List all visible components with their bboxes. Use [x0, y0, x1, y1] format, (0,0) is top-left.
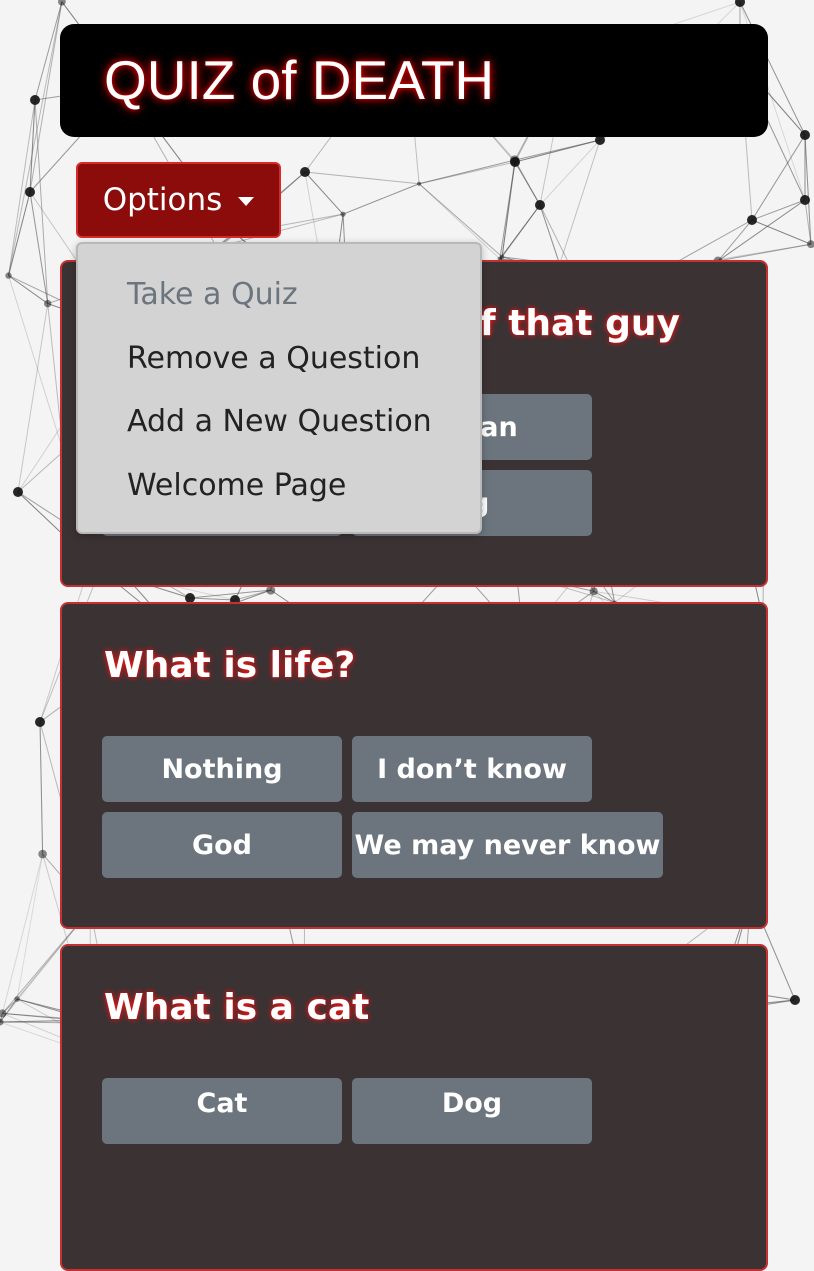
- question-text: What is a cat: [104, 986, 369, 1030]
- question-text: What is life?: [104, 644, 355, 688]
- app-title: QUIZ of DEATH: [104, 50, 494, 110]
- options-button-label: Options: [103, 182, 223, 218]
- question-card: What is life? Nothing I don’t know God W…: [60, 602, 768, 929]
- options-dropdown-menu: Take a Quiz Remove a Question Add a New …: [76, 242, 482, 534]
- caret-down-icon: [238, 197, 254, 206]
- answer-button[interactable]: I don’t know: [352, 736, 592, 802]
- answer-button[interactable]: Cat: [102, 1078, 342, 1144]
- app-header: QUIZ of DEATH: [60, 24, 768, 137]
- options-dropdown-button[interactable]: Options: [76, 162, 281, 238]
- menu-item-remove-question[interactable]: Remove a Question: [127, 341, 420, 376]
- answer-button[interactable]: We may never know: [352, 812, 663, 878]
- menu-item-take-quiz[interactable]: Take a Quiz: [127, 277, 298, 312]
- answer-button[interactable]: God: [102, 812, 342, 878]
- question-card: What is a cat Cat Dog: [60, 944, 768, 1271]
- menu-item-welcome-page[interactable]: Welcome Page: [127, 468, 346, 503]
- menu-item-add-question[interactable]: Add a New Question: [127, 404, 432, 439]
- answer-button[interactable]: Nothing: [102, 736, 342, 802]
- answer-button[interactable]: Dog: [352, 1078, 592, 1144]
- question-text: f that guy: [480, 302, 680, 346]
